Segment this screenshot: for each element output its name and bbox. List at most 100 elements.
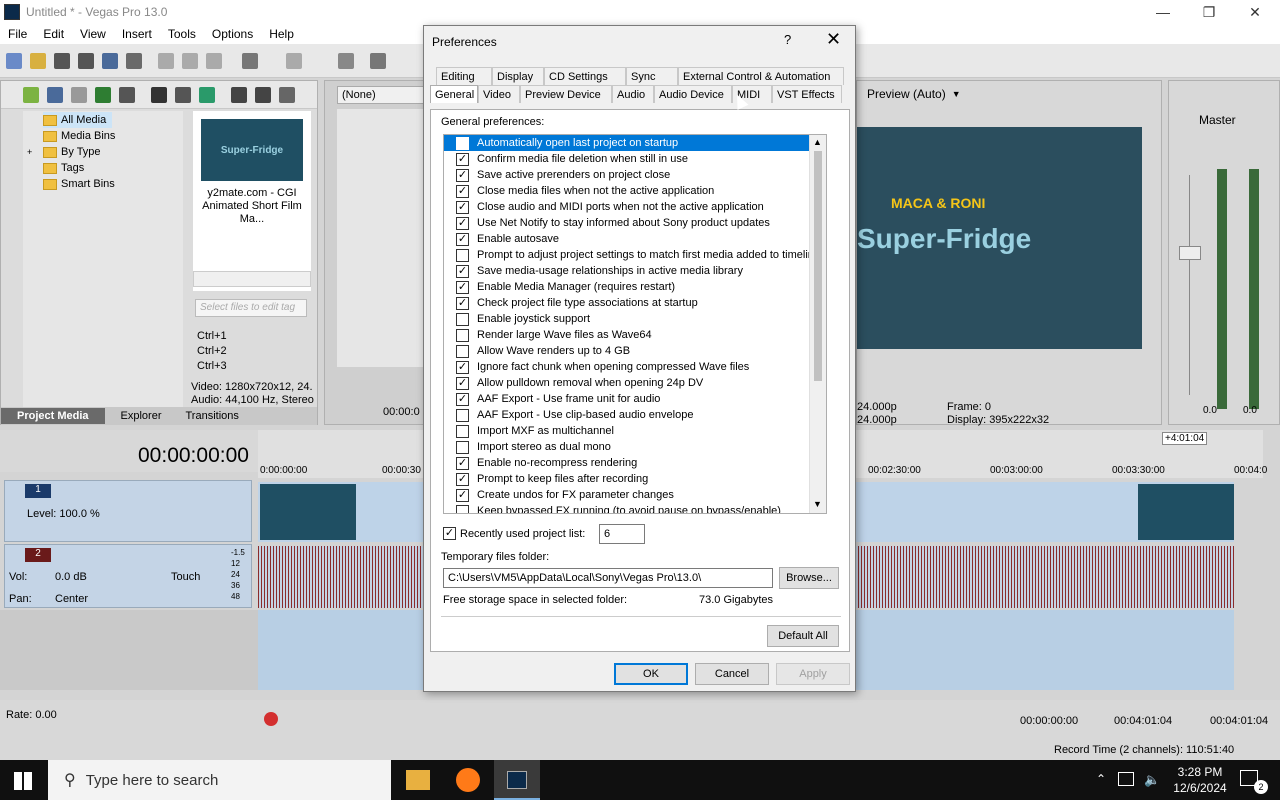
preference-checkbox[interactable]: ✓: [456, 168, 469, 182]
properties-icon[interactable]: [126, 53, 142, 69]
views-icon[interactable]: [279, 87, 295, 103]
master-fader[interactable]: [1179, 246, 1201, 260]
tab-audio[interactable]: Audio: [612, 85, 654, 103]
tree-tags[interactable]: Tags: [43, 160, 84, 176]
network-icon[interactable]: [1118, 772, 1134, 786]
preference-checkbox[interactable]: ✓: [456, 456, 469, 470]
preference-item[interactable]: ✓ Save active prerenders on project close: [444, 167, 810, 183]
help-pointer-icon[interactable]: [370, 53, 386, 69]
save-icon[interactable]: [54, 53, 70, 69]
menu-edit[interactable]: Edit: [35, 27, 72, 41]
preference-item[interactable]: ✓ Allow pulldown removal when opening 24p…: [444, 375, 810, 391]
cancel-button[interactable]: Cancel: [695, 663, 769, 685]
tab-explorer[interactable]: Explorer: [105, 410, 178, 422]
preference-item[interactable]: ✓ Create undos for FX parameter changes: [444, 487, 810, 503]
save-as-icon[interactable]: [78, 53, 94, 69]
close-window-button[interactable]: ✕: [1232, 0, 1278, 24]
preferences-scrollbar[interactable]: ▲ ▼: [809, 135, 826, 513]
preference-item[interactable]: ✓ Check project file type associations at…: [444, 295, 810, 311]
new-project-icon[interactable]: [6, 53, 22, 69]
preview-quality-dropdown[interactable]: Preview (Auto) ▼: [867, 87, 961, 101]
preference-item[interactable]: ✓ Close audio and MIDI ports when not the…: [444, 199, 810, 215]
preference-checkbox[interactable]: ✓: [456, 296, 469, 310]
tab-audio-device[interactable]: Audio Device: [654, 85, 732, 103]
help-icon[interactable]: ?: [784, 32, 791, 47]
copy-icon[interactable]: [182, 53, 198, 69]
preference-item[interactable]: AAF Export - Use clip-based audio envelo…: [444, 407, 810, 423]
trimmer-dropdown[interactable]: (None): [337, 86, 425, 104]
tag-input[interactable]: Select files to edit tag: [195, 299, 307, 317]
menu-insert[interactable]: Insert: [114, 27, 160, 41]
redo-icon[interactable]: [286, 53, 302, 69]
expand-icon[interactable]: +: [27, 144, 43, 160]
close-icon[interactable]: ✕: [826, 29, 841, 50]
preference-checkbox[interactable]: [456, 344, 469, 358]
preference-item[interactable]: Allow Wave renders up to 4 GB: [444, 343, 810, 359]
automation-mode[interactable]: Touch: [171, 571, 200, 583]
audio-track-header[interactable]: 2 Vol: 0.0 dB Pan: Center Touch -1.5 12 …: [4, 544, 252, 608]
restore-button[interactable]: ❐: [1186, 0, 1232, 24]
preference-checkbox[interactable]: ✓: [456, 360, 469, 374]
preference-item[interactable]: ✓ Enable autosave: [444, 231, 810, 247]
preference-checkbox[interactable]: ✓: [456, 152, 469, 166]
preference-checkbox[interactable]: ✓: [456, 472, 469, 486]
menu-options[interactable]: Options: [204, 27, 261, 41]
file-explorer-icon[interactable]: [406, 770, 430, 790]
import-media-icon[interactable]: [23, 87, 39, 103]
default-all-button[interactable]: Default All: [767, 625, 839, 647]
scroll-up-icon[interactable]: ▲: [813, 137, 822, 147]
selection-end[interactable]: 00:04:01:04: [1114, 715, 1172, 727]
menu-help[interactable]: Help: [261, 27, 302, 41]
media-thumbnail[interactable]: Super-Fridge: [201, 119, 303, 181]
open-icon[interactable]: [30, 53, 46, 69]
preference-checkbox[interactable]: ✓: [456, 280, 469, 294]
recent-projects-spinner[interactable]: 6: [599, 524, 645, 544]
capture-icon[interactable]: [47, 87, 63, 103]
preference-checkbox[interactable]: ✓: [456, 376, 469, 390]
tab-editing[interactable]: Editing: [436, 67, 492, 85]
menu-file[interactable]: File: [0, 27, 35, 41]
preference-item[interactable]: Prompt to adjust project settings to mat…: [444, 247, 820, 263]
record-icon[interactable]: [264, 712, 278, 726]
preference-item[interactable]: ✓ AAF Export - Use frame unit for audio: [444, 391, 810, 407]
tree-all-media[interactable]: All Media: [43, 112, 113, 128]
preference-checkbox[interactable]: ✓: [456, 136, 469, 150]
temp-folder-input[interactable]: C:\Users\VM5\AppData\Local\Sony\Vegas Pr…: [443, 568, 773, 588]
ok-button[interactable]: OK: [614, 663, 688, 685]
preference-item[interactable]: Enable joystick support: [444, 311, 810, 327]
preference-item[interactable]: Import stereo as dual mono: [444, 439, 810, 455]
recent-projects-checkbox[interactable]: ✓: [443, 527, 456, 540]
preference-item[interactable]: Render large Wave files as Wave64: [444, 327, 810, 343]
preference-checkbox[interactable]: ✓: [456, 392, 469, 406]
tab-video[interactable]: Video: [478, 85, 520, 103]
tree-by-type[interactable]: + By Type: [27, 144, 101, 160]
tab-cd-settings[interactable]: CD Settings: [544, 67, 626, 85]
browse-button[interactable]: Browse...: [779, 567, 839, 589]
preference-item[interactable]: ✓ Close media files when not the active a…: [444, 183, 810, 199]
preference-checkbox[interactable]: ✓: [456, 200, 469, 214]
preference-item[interactable]: ✓ Confirm media file deletion when still …: [444, 151, 810, 167]
apply-button[interactable]: Apply: [776, 663, 850, 685]
preference-checkbox[interactable]: ✓: [456, 488, 469, 502]
cut-icon[interactable]: [158, 53, 174, 69]
tab-transitions[interactable]: Transitions: [178, 410, 247, 422]
selection-length[interactable]: 00:04:01:04: [1210, 715, 1268, 727]
firefox-icon[interactable]: [456, 768, 480, 792]
preference-item[interactable]: ✓ Enable Media Manager (requires restart): [444, 279, 810, 295]
preference-checkbox[interactable]: ✓: [456, 184, 469, 198]
preference-item[interactable]: ✓ Ignore fact chunk when opening compress…: [444, 359, 810, 375]
preference-checkbox[interactable]: [456, 408, 469, 422]
scroll-thumb[interactable]: [814, 151, 822, 381]
scroll-down-icon[interactable]: ▼: [813, 499, 822, 509]
preference-checkbox[interactable]: [456, 424, 469, 438]
tab-sync[interactable]: Sync: [626, 67, 678, 85]
tab-vst-effects[interactable]: VST Effects: [772, 85, 842, 103]
get-media-icon[interactable]: [71, 87, 87, 103]
tab-external-control[interactable]: External Control & Automation: [678, 67, 844, 85]
preference-checkbox[interactable]: [456, 328, 469, 342]
taskbar-search[interactable]: ⚲ Type here to search: [48, 760, 391, 800]
preference-item[interactable]: ✓ Automatically open last project on star…: [444, 135, 810, 151]
clock[interactable]: 3:28 PM 12/6/2024: [1172, 764, 1228, 796]
volume-muted-icon[interactable]: 🔈: [1144, 772, 1160, 788]
video-event-thumb-end[interactable]: [1138, 484, 1234, 540]
